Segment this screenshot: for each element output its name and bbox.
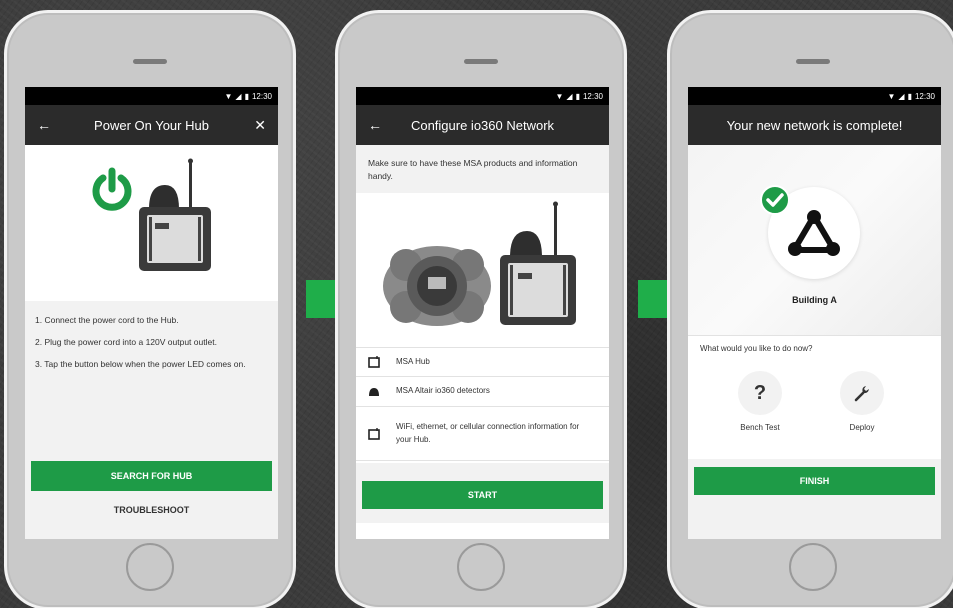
products-illustration [356, 193, 609, 347]
list-item-label: WiFi, ethernet, or cellular connection i… [396, 421, 580, 444]
action-area: FINISH [688, 459, 941, 539]
close-icon[interactable]: ✕ [254, 117, 266, 134]
back-arrow-icon[interactable]: ← [37, 117, 51, 133]
hero-illustration [25, 145, 278, 301]
phone-3: ▼ ◢ ▮ 12:30 Your new network is complete… [667, 10, 953, 608]
phone-1: ▼ ◢ ▮ 12:30 ← Power On Your Hub ✕ 1. Con… [4, 10, 296, 608]
signal-icon: ◢ [566, 91, 573, 101]
page-title: Configure io360 Network [410, 117, 555, 133]
status-bar: ▼ ◢ ▮ 12:30 [25, 87, 278, 105]
action-area: START [356, 463, 609, 523]
network-name: Building A [792, 295, 837, 305]
wifi-icon: ▼ [224, 91, 233, 101]
battery-icon: ▮ [244, 91, 249, 101]
hub-device-icon [135, 157, 215, 277]
back-arrow-icon[interactable]: ← [368, 117, 382, 133]
screen-power-on-hub: ▼ ◢ ▮ 12:30 ← Power On Your Hub ✕ 1. Con… [25, 87, 278, 539]
detector-device-icon [382, 243, 492, 329]
list-item: WiFi, ethernet, or cellular connection i… [356, 407, 609, 461]
next-actions: ? Bench Test Deploy [688, 365, 941, 459]
instruction-step: 2. Plug the power cord into a 120V outpu… [35, 336, 217, 347]
instruction-step: 3. Tap the button below when the power L… [35, 358, 246, 369]
checklist: MSA Hub MSA Altair io360 detectors WiFi,… [356, 347, 609, 463]
phone-speaker [464, 59, 498, 64]
list-item-label: MSA Hub [396, 356, 430, 366]
deploy-button[interactable]: Deploy [832, 371, 892, 432]
battery-icon: ▮ [575, 91, 580, 101]
network-icon [788, 210, 840, 256]
phone-speaker [796, 59, 830, 64]
status-bar: ▼ ◢ ▮ 12:30 [356, 87, 609, 105]
wrench-icon [840, 371, 884, 415]
status-bar: ▼ ◢ ▮ 12:30 [688, 87, 941, 105]
hub-device-icon [496, 201, 580, 331]
list-item: MSA Hub [356, 347, 609, 377]
screen-configure-network: ▼ ◢ ▮ 12:30 ← Configure io360 Network Ma… [356, 87, 609, 539]
home-button [789, 543, 837, 591]
screen-network-complete: ▼ ◢ ▮ 12:30 Your new network is complete… [688, 87, 941, 539]
status-time: 12:30 [251, 91, 272, 101]
home-button [457, 543, 505, 591]
power-icon [89, 167, 135, 213]
status-time: 12:30 [582, 91, 603, 101]
list-item-label: MSA Altair io360 detectors [396, 386, 490, 396]
battery-icon: ▮ [907, 91, 912, 101]
troubleshoot-button[interactable]: TROUBLESHOOT [31, 491, 272, 529]
next-step-question: What would you like to do now? [688, 335, 941, 365]
phone-2: ▼ ◢ ▮ 12:30 ← Configure io360 Network Ma… [335, 10, 627, 608]
phone-speaker [133, 59, 167, 64]
finish-button[interactable]: FINISH [694, 467, 935, 495]
page-title: Power On Your Hub [94, 117, 209, 133]
app-bar: Your new network is complete! [688, 105, 941, 145]
intro-text: Make sure to have these MSA products and… [356, 145, 609, 193]
page-title: Your new network is complete! [726, 117, 903, 133]
action-area: SEARCH FOR HUB TROUBLESHOOT [25, 461, 278, 539]
action-label: Bench Test [740, 423, 780, 432]
detector-icon [368, 386, 396, 398]
question-icon: ? [738, 371, 782, 415]
instructions-panel: 1. Connect the power cord to the Hub. 2.… [25, 301, 278, 461]
wifi-icon: ▼ [887, 91, 896, 101]
instruction-step: 1. Connect the power cord to the Hub. [35, 315, 179, 325]
app-bar: ← Power On Your Hub ✕ [25, 105, 278, 145]
action-label: Deploy [849, 423, 875, 432]
network-summary: Building A [688, 145, 941, 335]
wifi-icon: ▼ [555, 91, 564, 101]
check-icon [760, 185, 790, 215]
signal-icon: ◢ [898, 91, 905, 101]
list-item: MSA Altair io360 detectors [356, 377, 609, 407]
home-button [126, 543, 174, 591]
search-for-hub-button[interactable]: SEARCH FOR HUB [31, 461, 272, 491]
app-bar: ← Configure io360 Network [356, 105, 609, 145]
status-time: 12:30 [914, 91, 935, 101]
bench-test-button[interactable]: ? Bench Test [730, 371, 790, 432]
hub-icon [368, 356, 396, 368]
signal-icon: ◢ [235, 91, 242, 101]
start-button[interactable]: START [362, 481, 603, 509]
hub-icon [368, 427, 396, 440]
